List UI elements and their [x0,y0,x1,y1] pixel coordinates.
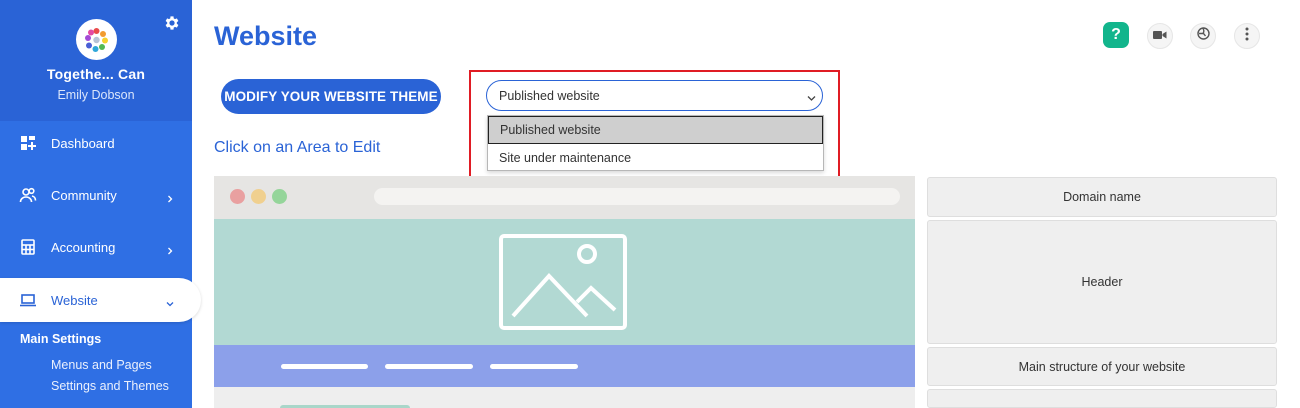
submenu-item-menus-and-pages[interactable]: Menus and Pages [51,358,152,372]
page-title: Website [214,21,318,51]
click-area-instruction: Click on an Area to Edit [214,139,381,156]
preview-navigation-area[interactable] [214,345,915,387]
image-placeholder-icon [499,234,627,335]
preview-body-area[interactable] [214,387,915,408]
help-button[interactable]: ? [1103,22,1129,48]
organization-logo[interactable] [76,19,117,60]
preview-browser-bar [214,176,915,219]
nav-link-placeholder [281,364,368,369]
sidebar-item-accounting[interactable]: Accounting [0,225,192,269]
select-value: Published website [499,88,600,103]
submenu-item-settings-and-themes[interactable]: Settings and Themes [51,379,169,393]
website-status-dropdown: Published website Site under maintenance [487,115,824,171]
more-options-button[interactable] [1234,23,1260,49]
submenu-title: Main Settings [20,332,102,346]
organization-name: Togethe... Can [46,66,146,82]
website-preview [214,176,915,408]
window-close-dot [230,189,245,204]
preview-url-bar [374,188,900,205]
more-vertical-icon [1245,27,1249,46]
area-main-structure[interactable]: Main structure of your website [927,347,1277,386]
gear-icon[interactable] [163,14,181,32]
window-maximize-dot [272,189,287,204]
sidebar-item-label: Dashboard [51,135,115,151]
area-domain-name[interactable]: Domain name [927,177,1277,217]
area-label: Header [1081,275,1123,289]
nav-link-placeholder [490,364,578,369]
chevron-down-icon [166,296,174,307]
dropdown-option-site-under-maintenance[interactable]: Site under maintenance [488,144,823,172]
chevron-right-icon [166,191,174,203]
help-icon: ? [1111,26,1121,43]
sidebar-header: Togethe... Can Emily Dobson [0,0,192,121]
dropdown-option-published-website[interactable]: Published website [488,116,823,144]
globe-icon [1196,27,1210,45]
calculator-icon [19,238,37,256]
sidebar-item-community[interactable]: Community [0,173,192,217]
sidebar-item-label: Community [51,187,117,203]
sidebar-item-label: Accounting [51,239,116,255]
chevron-down-icon [807,92,816,101]
user-name: Emily Dobson [57,88,135,102]
dashboard-icon [19,134,37,152]
nav-link-placeholder [385,364,473,369]
sidebar: Togethe... Can Emily Dobson Dashboard Co… [0,0,201,408]
video-camera-icon [1153,27,1167,45]
sidebar-item-website[interactable]: Website [0,278,201,322]
preview-header-area[interactable] [214,219,915,345]
sidebar-item-dashboard[interactable]: Dashboard [0,121,192,165]
modify-website-theme-button[interactable]: MODIFY YOUR WEBSITE THEME [221,79,441,114]
logo-icon [85,28,108,52]
globe-button[interactable] [1190,23,1216,49]
chevron-right-icon [166,243,174,255]
area-label: Domain name [1063,190,1141,204]
website-status-select[interactable]: Published website [486,80,823,111]
window-minimize-dot [251,189,266,204]
sidebar-item-label: Website [51,292,98,308]
laptop-icon [19,291,37,309]
area-label: Main structure of your website [1018,359,1186,374]
video-button[interactable] [1147,23,1173,49]
area-header[interactable]: Header [927,220,1277,344]
area-next-section[interactable] [927,389,1277,408]
community-icon [19,186,37,204]
